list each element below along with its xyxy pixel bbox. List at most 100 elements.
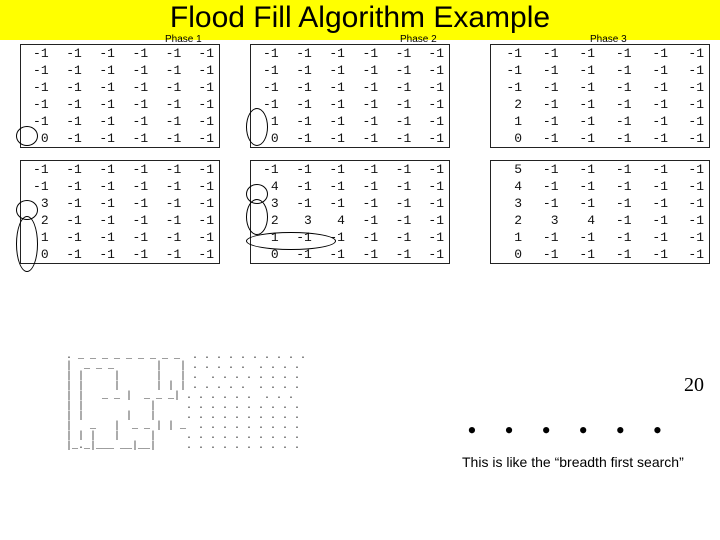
grid-cell: -1 bbox=[564, 113, 601, 130]
grid-cell: -1 bbox=[284, 246, 317, 264]
grid-cell: -1 bbox=[383, 130, 416, 148]
grid-cell: -1 bbox=[87, 178, 120, 195]
grid-cell: 4 bbox=[251, 178, 284, 195]
grid-cell: -1 bbox=[637, 130, 674, 148]
grid-cell: -1 bbox=[637, 79, 674, 96]
grid-cell: -1 bbox=[383, 195, 416, 212]
grid-cell: -1 bbox=[637, 212, 674, 229]
grid-cell: -1 bbox=[120, 79, 153, 96]
grid-cell: -1 bbox=[21, 113, 54, 130]
grid-cell: -1 bbox=[564, 79, 601, 96]
grid-cell: -1 bbox=[350, 96, 383, 113]
grid-cell: -1 bbox=[21, 79, 54, 96]
grid-cell: -1 bbox=[54, 62, 87, 79]
grid-cell: -1 bbox=[284, 96, 317, 113]
grid-cell: -1 bbox=[637, 62, 674, 79]
phase3-label: Phase 3 bbox=[590, 34, 627, 45]
grid-cell: -1 bbox=[284, 79, 317, 96]
grid-cell: -1 bbox=[527, 62, 564, 79]
phase3-grid-top: -1-1-1-1-1-1-1-1-1-1-1-1-1-1-1-1-1-12-1-… bbox=[490, 44, 710, 148]
grid-cell: -1 bbox=[383, 161, 416, 179]
grid-cell: -1 bbox=[527, 195, 564, 212]
grid-cell: -1 bbox=[186, 178, 219, 195]
grid-cell: -1 bbox=[564, 229, 601, 246]
grid-cell: -1 bbox=[120, 113, 153, 130]
grid-cell: -1 bbox=[383, 229, 416, 246]
grid-cell: -1 bbox=[673, 113, 710, 130]
grid-cell: -1 bbox=[564, 62, 601, 79]
grid-cell: -1 bbox=[600, 161, 637, 179]
grid-cell: -1 bbox=[673, 161, 710, 179]
grid-cell: 2 bbox=[21, 212, 54, 229]
phase2-column: -1-1-1-1-1-1-1-1-1-1-1-1-1-1-1-1-1-1-1-1… bbox=[250, 44, 450, 264]
grid-cell: -1 bbox=[350, 195, 383, 212]
grid-cell: -1 bbox=[54, 96, 87, 113]
grid-cell: -1 bbox=[153, 62, 186, 79]
grid-cell: -1 bbox=[637, 96, 674, 113]
grid-cell: -1 bbox=[416, 96, 449, 113]
grid-cell: -1 bbox=[317, 113, 350, 130]
grid-cell: -1 bbox=[153, 130, 186, 148]
grid-cell: -1 bbox=[87, 195, 120, 212]
grids-area: Phase 1 Phase 2 Phase 3 -1-1-1-1-1-1-1-1… bbox=[10, 44, 710, 344]
grid-cell: -1 bbox=[383, 45, 416, 63]
grid-cell: -1 bbox=[600, 130, 637, 148]
grid-cell: -1 bbox=[673, 96, 710, 113]
grid-cell: -1 bbox=[186, 246, 219, 264]
grid-cell: -1 bbox=[317, 62, 350, 79]
grid-cell: -1 bbox=[600, 62, 637, 79]
grid-cell: -1 bbox=[673, 45, 710, 63]
grid-cell: -1 bbox=[153, 161, 186, 179]
grid-cell: -1 bbox=[317, 130, 350, 148]
phase2-label: Phase 2 bbox=[400, 34, 437, 45]
phase2-grid-top: -1-1-1-1-1-1-1-1-1-1-1-1-1-1-1-1-1-1-1-1… bbox=[250, 44, 450, 148]
grid-cell: -1 bbox=[284, 130, 317, 148]
grid-cell: -1 bbox=[350, 130, 383, 148]
grid-cell: -1 bbox=[350, 79, 383, 96]
grid-cell: -1 bbox=[186, 161, 219, 179]
grid-cell: -1 bbox=[527, 79, 564, 96]
grid-cell: -1 bbox=[416, 62, 449, 79]
grid-cell: -1 bbox=[600, 96, 637, 113]
grid-cell: 4 bbox=[491, 178, 528, 195]
grid-cell: -1 bbox=[54, 45, 87, 63]
grid-cell: -1 bbox=[637, 113, 674, 130]
grid-cell: -1 bbox=[383, 79, 416, 96]
grid-cell: -1 bbox=[317, 79, 350, 96]
grid-cell: 0 bbox=[251, 246, 284, 264]
grid-cell: -1 bbox=[87, 161, 120, 179]
grid-cell: 3 bbox=[284, 212, 317, 229]
grid-cell: -1 bbox=[317, 246, 350, 264]
grid-cell: -1 bbox=[416, 212, 449, 229]
grid-cell: -1 bbox=[54, 212, 87, 229]
grid-cell: -1 bbox=[673, 178, 710, 195]
grid-cell: 1 bbox=[491, 113, 528, 130]
grid-cell: -1 bbox=[120, 161, 153, 179]
bfs-note: This is like the “breadth first search” bbox=[456, 450, 696, 474]
grid-cell: -1 bbox=[416, 113, 449, 130]
grid-cell: -1 bbox=[87, 62, 120, 79]
phase1-grid-bottom: -1-1-1-1-1-1-1-1-1-1-1-13-1-1-1-1-12-1-1… bbox=[20, 160, 220, 264]
grid-cell: 1 bbox=[251, 113, 284, 130]
grid-cell: -1 bbox=[153, 96, 186, 113]
grid-cell: -1 bbox=[350, 62, 383, 79]
grid-cell: -1 bbox=[350, 45, 383, 63]
grid-cell: -1 bbox=[317, 178, 350, 195]
grid-cell: -1 bbox=[186, 195, 219, 212]
grid-cell: -1 bbox=[120, 246, 153, 264]
grid-cell: 1 bbox=[251, 229, 284, 246]
grid-cell: -1 bbox=[383, 246, 416, 264]
grid-cell: -1 bbox=[120, 178, 153, 195]
grid-cell: -1 bbox=[600, 79, 637, 96]
grid-cell: 0 bbox=[491, 130, 528, 148]
phase3-column: -1-1-1-1-1-1-1-1-1-1-1-1-1-1-1-1-1-12-1-… bbox=[490, 44, 710, 264]
grid-cell: -1 bbox=[186, 113, 219, 130]
grid-cell: -1 bbox=[673, 246, 710, 264]
grid-cell: -1 bbox=[153, 79, 186, 96]
grid-cell: -1 bbox=[87, 212, 120, 229]
grid-cell: -1 bbox=[153, 45, 186, 63]
grid-cell: -1 bbox=[416, 246, 449, 264]
grid-cell: -1 bbox=[673, 195, 710, 212]
grid-cell: -1 bbox=[54, 161, 87, 179]
grid-cell: -1 bbox=[416, 229, 449, 246]
